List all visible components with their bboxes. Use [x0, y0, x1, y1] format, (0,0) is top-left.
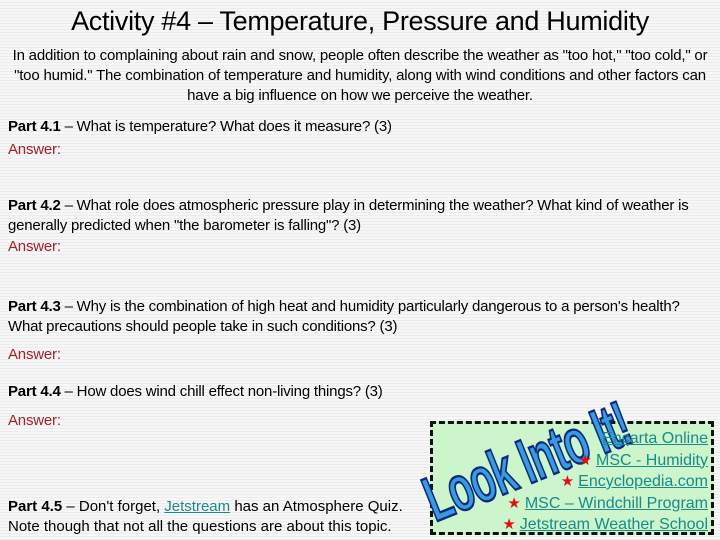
answer-label-4-3: Answer: [8, 346, 61, 363]
page-title: Activity #4 – Temperature, Pressure and … [71, 6, 649, 36]
part-label: Part 4.2 [8, 197, 61, 214]
star-icon: ★ [560, 473, 575, 490]
jetstream-link[interactable]: Jetstream [164, 498, 230, 515]
resource-link-row: ★ MSC - Humidity [502, 450, 708, 472]
question-part-4-2: Part 4.2 – What role does atmospheric pr… [8, 196, 708, 236]
look-into-it-box: Look Into It! Encarta Online ★ MSC - Humi… [413, 388, 714, 536]
resource-link-row: ★ MSC – Windchill Program [502, 493, 708, 515]
resource-link-row: ★ Encyclopedia.com [502, 471, 708, 493]
msc-humidity-link[interactable]: MSC - Humidity [596, 452, 708, 469]
msc-windchill-program-link[interactable]: MSC – Windchill Program [525, 495, 708, 512]
encyclopedia-com-link[interactable]: Encyclopedia.com [578, 473, 708, 490]
resource-link-row: Encarta Online [502, 428, 708, 450]
part-label: Part 4.3 [8, 298, 61, 315]
part-label: Part 4.1 [8, 118, 61, 135]
question-part-4-3: Part 4.3 – Why is the combination of hig… [8, 297, 708, 337]
resource-link-row: ★ Jetstream Weather School [502, 514, 708, 536]
intro-paragraph: In addition to complaining about rain an… [12, 47, 708, 104]
encarta-online-link[interactable]: Encarta Online [602, 430, 708, 447]
question-text: – How does wind chill effect non-living … [60, 383, 383, 400]
question-text: – Don't forget, [62, 498, 165, 515]
question-part-4-1: Part 4.1 – What is temperature? What doe… [8, 117, 708, 137]
star-icon: ★ [507, 494, 521, 512]
resource-links: Encarta Online ★ MSC - Humidity ★ Encyclop… [502, 428, 708, 536]
part-label: Part 4.4 [8, 383, 61, 400]
star-icon: ★ [578, 451, 592, 469]
jetstream-weather-school-link[interactable]: Jetstream Weather School [520, 516, 708, 533]
part-label: Part 4.5 [8, 498, 63, 515]
question-part-4-5: Part 4.5 – Don't forget, Jetstream has a… [8, 497, 438, 537]
question-text: – Why is the combination of high heat an… [8, 298, 680, 335]
question-text: – What role does atmospheric pressure pl… [8, 197, 689, 234]
answer-label-4-1: Answer: [8, 141, 61, 158]
star-icon: ★ [502, 516, 516, 533]
question-text: – What is temperature? What does it meas… [60, 118, 392, 135]
answer-label-4-2: Answer: [8, 238, 61, 255]
answer-label-4-4: Answer: [8, 412, 61, 429]
